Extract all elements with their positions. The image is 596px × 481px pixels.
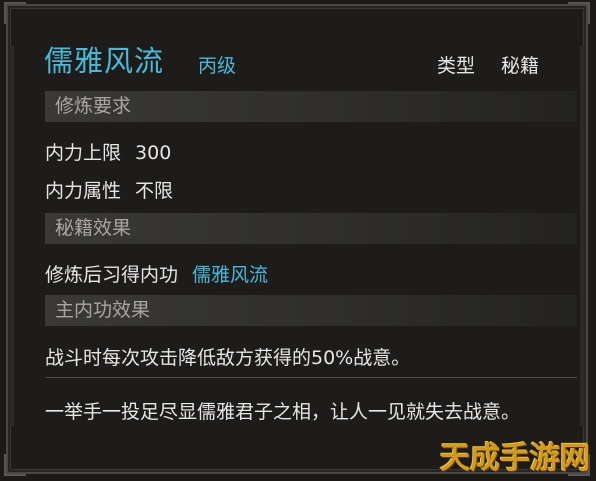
requirement-value: 300 (135, 142, 172, 164)
requirement-value: 不限 (135, 180, 174, 202)
corner-ornament (4, 2, 26, 24)
effect-label: 修炼后习得内功 (45, 264, 179, 286)
site-watermark: 天成手游网 (440, 441, 590, 476)
item-grade: 丙级 (198, 55, 237, 77)
requirement-label: 内力上限 (45, 142, 122, 164)
corner-ornament (4, 454, 26, 476)
frame-side-bar (580, 46, 584, 426)
type-value: 秘籍 (501, 55, 540, 77)
type-label: 类型 (437, 55, 476, 77)
requirement-row: 内力属性 不限 (45, 176, 173, 203)
effect-row: 修炼后习得内功 儒雅风流 (45, 260, 268, 287)
main-effect-text: 战斗时每次攻击降低敌方获得的50%战意。 (45, 347, 411, 369)
section-main-effect: 主内功效果 (45, 295, 577, 326)
requirement-row: 内力上限 300 (45, 138, 171, 165)
frame-side-bar (10, 46, 14, 426)
section-requirements: 修炼要求 (45, 91, 577, 122)
section-effects: 秘籍效果 (45, 213, 577, 244)
requirement-label: 内力属性 (45, 180, 122, 202)
corner-ornament (568, 2, 590, 24)
item-title: 儒雅风流 (44, 44, 165, 78)
divider (45, 377, 577, 378)
item-description: 一举手一投足尽显儒雅君子之相，让人一见就失去战意。 (45, 401, 521, 423)
learned-skill-link[interactable]: 儒雅风流 (192, 264, 268, 286)
